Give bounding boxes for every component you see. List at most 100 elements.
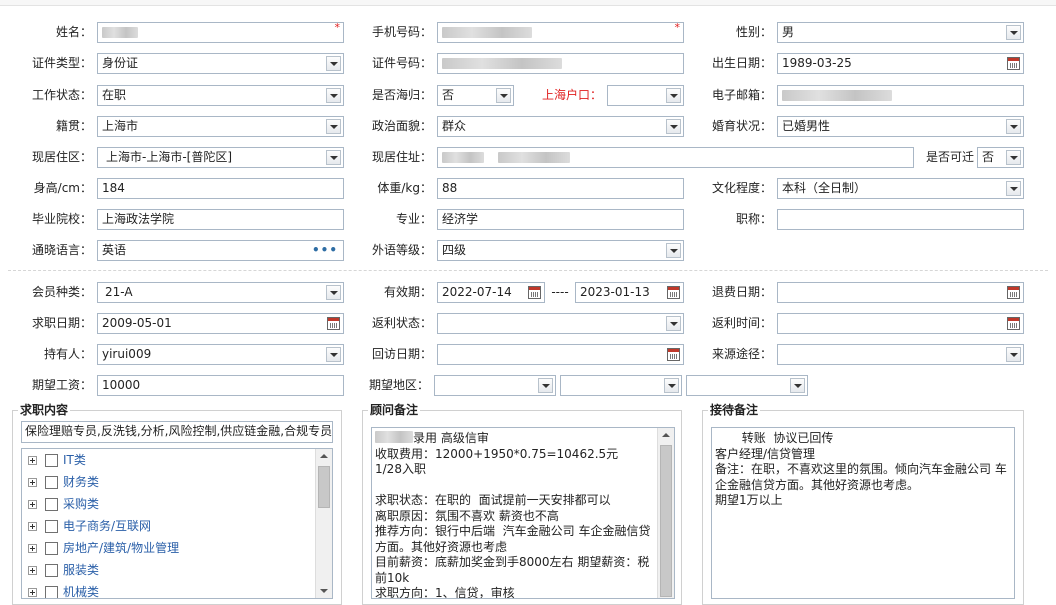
title-field[interactable] xyxy=(777,209,1024,230)
relocate-select[interactable]: 否 xyxy=(977,147,1024,168)
salary-field[interactable]: 10000 xyxy=(97,375,344,396)
chevron-down-icon[interactable] xyxy=(538,378,553,393)
school-field[interactable]: 上海政法学院 xyxy=(97,209,344,230)
holder-select[interactable]: yirui009 xyxy=(97,344,344,365)
tree-item[interactable]: 电子商务/互联网 xyxy=(28,515,151,537)
category-checkbox[interactable] xyxy=(45,586,58,598)
source-select[interactable] xyxy=(777,344,1024,365)
chevron-down-icon[interactable] xyxy=(1006,347,1021,362)
tree-item-label[interactable]: IT类 xyxy=(63,453,86,467)
email-field[interactable] xyxy=(777,85,1024,106)
height-field[interactable]: 184 xyxy=(97,178,344,199)
scroll-thumb[interactable] xyxy=(318,466,330,508)
region-city-select[interactable] xyxy=(560,375,682,396)
chevron-down-icon[interactable] xyxy=(1006,150,1021,165)
job-category-tree[interactable]: IT类财务类采购类电子商务/互联网房地产/建筑/物业管理 服装类机械类 xyxy=(21,448,333,599)
major-field[interactable]: 经济学 xyxy=(437,209,684,230)
calendar-icon[interactable] xyxy=(1007,317,1020,330)
chevron-down-icon[interactable] xyxy=(1006,25,1021,40)
residence-select[interactable]: 上海市-上海市-[普陀区] xyxy=(97,147,344,168)
chevron-down-icon[interactable] xyxy=(496,88,511,103)
scroll-thumb[interactable] xyxy=(660,445,672,597)
chevron-down-icon[interactable] xyxy=(1006,181,1021,196)
tree-item-label[interactable]: 电子商务/互联网 xyxy=(63,519,151,533)
refund-date-field[interactable] xyxy=(777,282,1024,303)
rebate-time-field[interactable] xyxy=(777,313,1024,334)
weight-field[interactable]: 88 xyxy=(437,178,684,199)
category-checkbox[interactable] xyxy=(45,520,58,533)
expand-icon[interactable] xyxy=(28,500,37,509)
tree-item-label[interactable]: 财务类 xyxy=(63,475,99,489)
chevron-down-icon[interactable] xyxy=(666,119,681,134)
tree-item[interactable]: 房地产/建筑/物业管理 xyxy=(28,537,179,559)
expand-icon[interactable] xyxy=(28,522,37,531)
category-checkbox[interactable] xyxy=(45,498,58,511)
language-picker[interactable]: 英语 ••• xyxy=(97,240,344,261)
tree-item-label[interactable]: 服装类 xyxy=(63,563,99,577)
calendar-icon[interactable] xyxy=(528,286,541,299)
chevron-down-icon[interactable] xyxy=(666,243,681,258)
chevron-down-icon[interactable] xyxy=(666,88,681,103)
expand-icon[interactable] xyxy=(28,588,37,597)
tree-item-label[interactable]: 房地产/建筑/物业管理 xyxy=(63,541,179,555)
member-type-select[interactable]: 21-A xyxy=(97,282,344,303)
marital-select[interactable]: 已婚男性 xyxy=(777,116,1024,137)
tree-item-label[interactable]: 采购类 xyxy=(63,497,99,511)
category-checkbox[interactable] xyxy=(45,476,58,489)
reception-notes-textarea[interactable]: 转账 协议已回传 客户经理/信贷管理 备注：在职，不喜欢这里的氛围。倾向汽车金融… xyxy=(711,427,1015,599)
chevron-down-icon[interactable] xyxy=(326,150,341,165)
chevron-down-icon[interactable] xyxy=(326,56,341,71)
id-type-select[interactable]: 身份证 xyxy=(97,53,344,74)
education-select[interactable]: 本科（全日制） xyxy=(777,178,1024,199)
calendar-icon[interactable] xyxy=(1007,286,1020,299)
chevron-down-icon[interactable] xyxy=(790,378,805,393)
calendar-icon[interactable] xyxy=(667,348,680,361)
calendar-icon[interactable] xyxy=(667,286,680,299)
notes-scrollbar[interactable] xyxy=(657,428,674,598)
scroll-down-icon[interactable] xyxy=(320,589,328,593)
category-checkbox[interactable] xyxy=(45,454,58,467)
address-field[interactable] xyxy=(437,147,914,168)
chevron-down-icon[interactable] xyxy=(326,347,341,362)
job-content-summary[interactable]: 保险理赔专员,反洗钱,分析,风险控制,供应链金融,合规专员 xyxy=(21,421,333,443)
chevron-down-icon[interactable] xyxy=(326,88,341,103)
native-select[interactable]: 上海市 xyxy=(97,116,344,137)
tree-scrollbar[interactable] xyxy=(315,449,332,598)
expand-icon[interactable] xyxy=(28,456,37,465)
tree-item[interactable]: 服装类 xyxy=(28,559,99,581)
birth-date-field[interactable]: 1989-03-25 xyxy=(777,53,1024,74)
chevron-down-icon[interactable] xyxy=(1006,119,1021,134)
tree-item-label[interactable]: 机械类 xyxy=(63,585,99,598)
chevron-down-icon[interactable] xyxy=(326,119,341,134)
expand-icon[interactable] xyxy=(28,566,37,575)
political-select[interactable]: 群众 xyxy=(437,116,684,137)
validity-start-field[interactable]: 2022-07-14 xyxy=(437,282,545,303)
scroll-up-icon[interactable] xyxy=(320,454,328,458)
validity-end-field[interactable]: 2023-01-13 xyxy=(575,282,684,303)
work-status-select[interactable]: 在职 xyxy=(97,85,344,106)
tree-item[interactable]: 机械类 xyxy=(28,581,99,598)
chevron-down-icon[interactable] xyxy=(664,378,679,393)
tree-item[interactable]: IT类 xyxy=(28,449,86,471)
more-options-icon[interactable]: ••• xyxy=(312,244,338,256)
gender-select[interactable]: 男 xyxy=(777,22,1024,43)
chevron-down-icon[interactable] xyxy=(666,316,681,331)
tree-item[interactable]: 采购类 xyxy=(28,493,99,515)
expand-icon[interactable] xyxy=(28,478,37,487)
revisit-date-field[interactable] xyxy=(437,344,684,365)
expand-icon[interactable] xyxy=(28,544,37,553)
lang-level-select[interactable]: 四级 xyxy=(437,240,684,261)
category-checkbox[interactable] xyxy=(45,542,58,555)
phone-field[interactable]: * xyxy=(437,22,684,43)
job-date-field[interactable]: 2009-05-01 xyxy=(97,313,344,334)
rebate-status-select[interactable] xyxy=(437,313,684,334)
shanghai-hukou-select[interactable] xyxy=(607,85,684,106)
consultant-notes-textarea[interactable]: 录用 高级信审 收取费用：12000+1950*0.75=10462.5元 1/… xyxy=(371,427,675,599)
calendar-icon[interactable] xyxy=(1007,57,1020,70)
region-district-select[interactable] xyxy=(686,375,808,396)
category-checkbox[interactable] xyxy=(45,564,58,577)
name-field[interactable]: * xyxy=(97,22,344,43)
tree-item[interactable]: 财务类 xyxy=(28,471,99,493)
scroll-up-icon[interactable] xyxy=(662,433,670,437)
calendar-icon[interactable] xyxy=(327,317,340,330)
